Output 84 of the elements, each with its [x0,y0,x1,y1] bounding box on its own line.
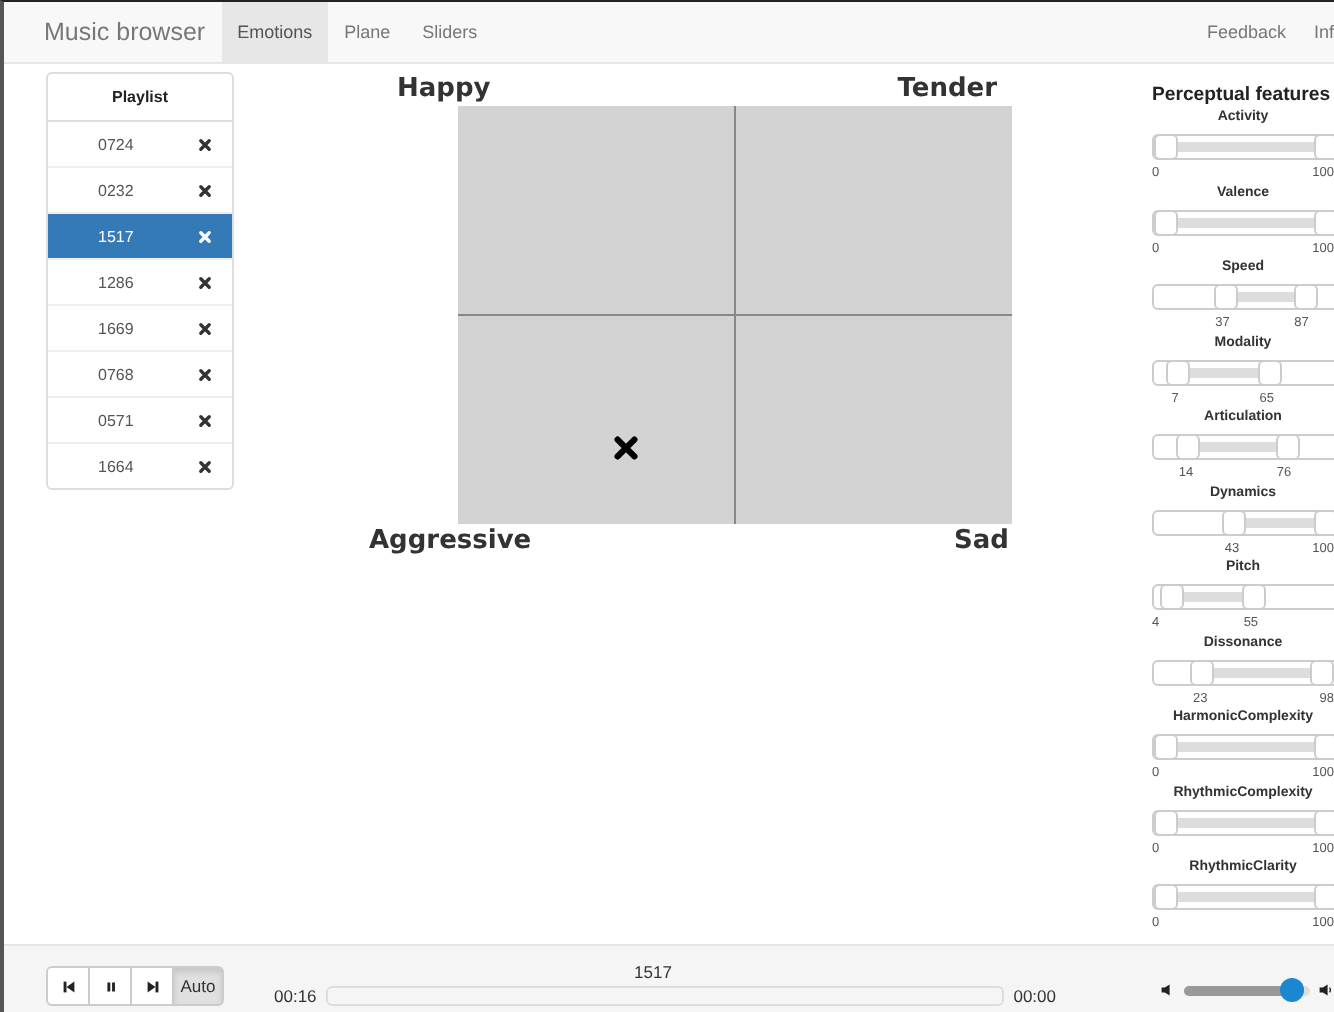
panel-title: Perceptual features [1152,82,1333,108]
range-slider[interactable] [1152,359,1334,385]
track-number: 1669 [98,319,134,337]
remove-icon[interactable] [198,275,212,289]
remaining-time: 00:00 [1013,986,1056,1006]
pause-icon [101,977,119,995]
skip-forward-icon [143,977,161,995]
slider-handle[interactable] [1293,284,1318,310]
speaker-loud-icon[interactable] [1318,982,1334,998]
nav-link[interactable]: Inf [1285,2,1334,62]
slider-handle[interactable] [1275,434,1300,460]
slider-handle[interactable] [1176,434,1201,460]
emotion-label: Happy [397,74,491,106]
slider-handle[interactable] [1222,509,1247,535]
range-slider[interactable] [1152,659,1334,685]
volume-slider[interactable] [1184,978,1310,1002]
playlist-item[interactable]: 0571 [48,398,232,444]
range-slider[interactable] [1152,509,1334,535]
speaker-icon[interactable] [1160,982,1176,998]
slider-handle[interactable] [1314,134,1334,160]
elapsed-time: 00:16 [274,986,317,1006]
cross-marker-icon [613,436,637,460]
slider-handle[interactable] [1154,734,1178,760]
auto-button[interactable]: Auto [172,966,224,1006]
range-slider[interactable] [1152,809,1334,835]
range-slider[interactable] [1152,434,1334,460]
slider-handle[interactable] [1154,134,1178,160]
slider-handle[interactable] [1154,209,1178,235]
pause-button[interactable] [88,966,132,1006]
skip-back-icon [59,977,77,995]
nav-tab[interactable]: Sliders [406,2,494,62]
playlist-item[interactable]: 1669 [48,306,232,352]
nav-tab[interactable]: Emotions [221,2,329,62]
emotion-label: Tender [897,74,997,106]
nav-link[interactable]: Feedback [1178,2,1286,62]
emotion-label: Aggressive [369,526,532,558]
previous-button[interactable] [46,966,90,1006]
playlist-item[interactable]: 1286 [48,260,232,306]
slider-handle[interactable] [1165,359,1190,385]
now-playing-title: 1517 [632,962,674,982]
progress-bar[interactable] [326,986,1004,1006]
playlist-item[interactable]: 1517 [48,214,232,260]
track-number: 0724 [98,135,134,153]
slider-handle[interactable] [1258,359,1282,385]
playlist-item[interactable]: 0724 [48,122,232,168]
track-number: 1517 [98,227,134,245]
slider-handle[interactable] [1154,809,1178,835]
track-number: 0232 [98,181,134,199]
emotion-plane[interactable] [457,106,1011,524]
remove-icon[interactable] [198,413,212,427]
slider-handle[interactable] [1314,884,1334,910]
remove-icon[interactable] [198,183,212,197]
next-button[interactable] [130,966,174,1006]
slider-handle[interactable] [1314,209,1334,235]
remove-icon[interactable] [198,367,212,381]
playlist-title: Playlist [48,74,232,122]
track-number: 0768 [98,365,134,383]
slider-handle[interactable] [1314,509,1334,535]
range-slider[interactable] [1152,884,1334,910]
emotion-label: Sad [954,526,1009,558]
track-number: 0571 [98,411,134,429]
track-number: 1286 [98,273,134,291]
range-slider[interactable] [1152,284,1334,310]
remove-icon[interactable] [198,321,212,335]
range-slider[interactable] [1152,134,1334,160]
app-title[interactable]: Music browser [4,2,222,62]
playlist-item[interactable]: 1664 [48,444,232,488]
slider-handle[interactable] [1314,809,1334,835]
range-slider[interactable] [1152,584,1334,610]
slider-handle[interactable] [1314,734,1334,760]
slider-handle[interactable] [1310,659,1334,685]
slider-handle[interactable] [1154,884,1178,910]
remove-icon[interactable] [198,459,212,473]
nav-tab[interactable]: Plane [328,2,407,62]
track-number: 1664 [98,457,134,475]
slider-handle[interactable] [1213,284,1238,310]
range-slider[interactable] [1152,209,1334,235]
volume-thumb[interactable] [1280,978,1305,1002]
playlist-item[interactable]: 0768 [48,352,232,398]
range-slider[interactable] [1152,734,1334,760]
slider-handle[interactable] [1242,584,1266,610]
slider-handle[interactable] [1160,584,1185,610]
slider-handle[interactable] [1190,659,1215,685]
remove-icon[interactable] [198,137,212,151]
